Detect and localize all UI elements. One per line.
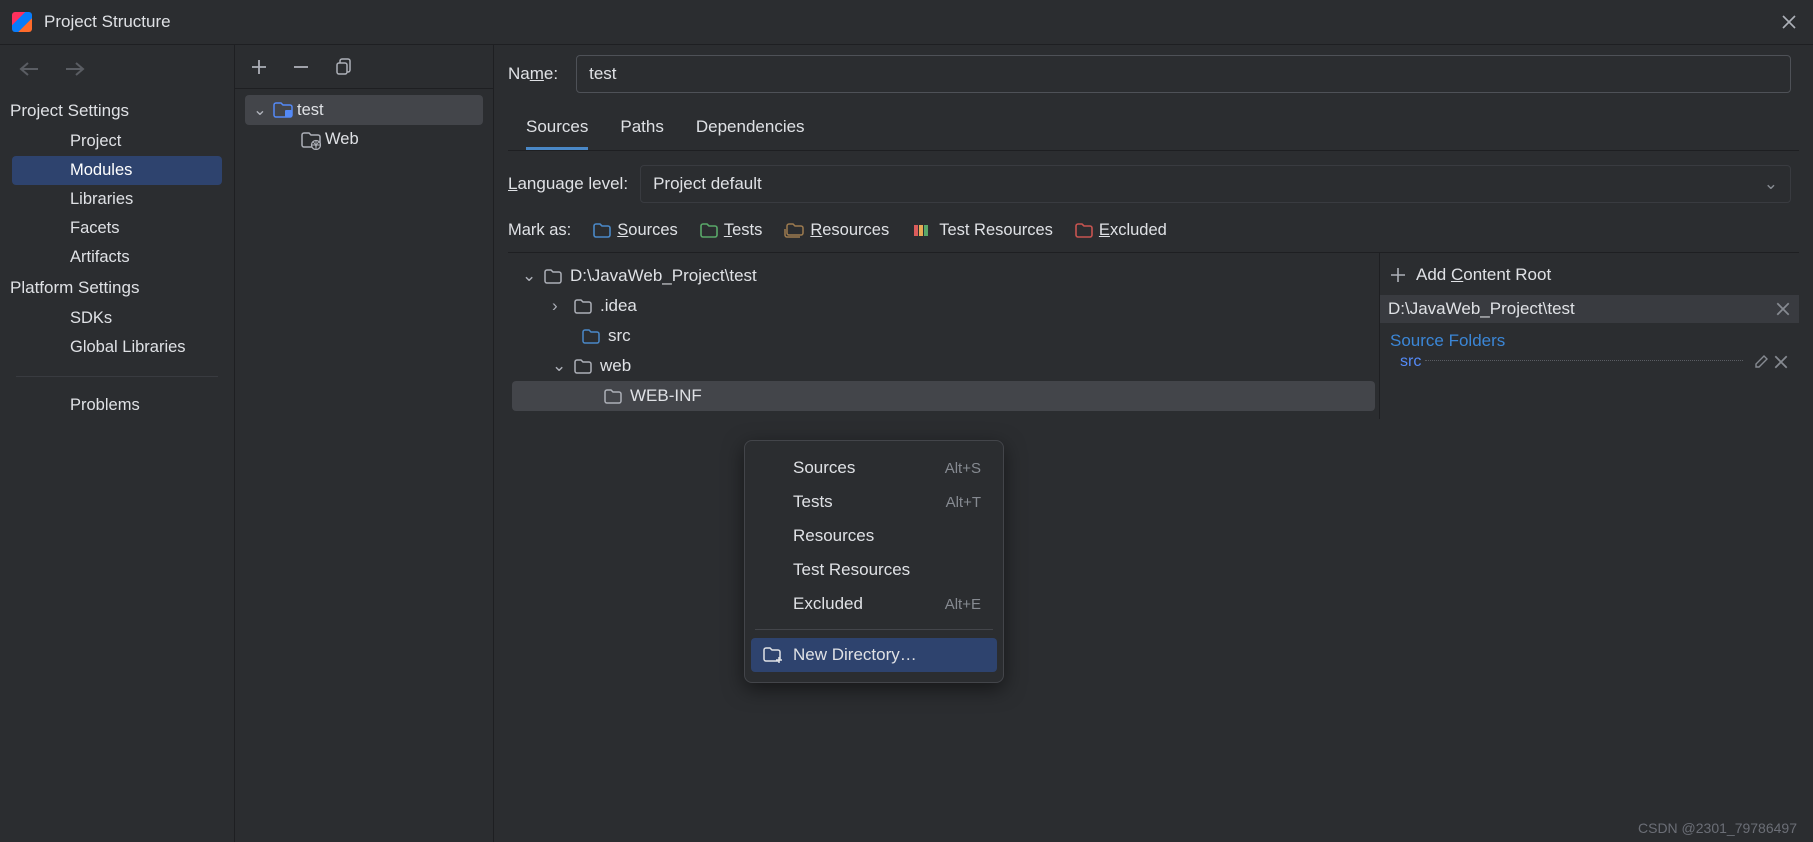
left-nav: Project Settings Project Modules Librari… [0,45,234,842]
folder-icon [582,329,600,344]
folder-icon [593,223,611,238]
tree-label: web [600,356,631,376]
mark-excluded-button[interactable]: Excluded [1075,221,1167,240]
edit-icon[interactable] [1753,354,1769,370]
tabs: Sources Paths Dependencies [508,109,1799,151]
modules-column: ⌄ test Web [234,45,494,842]
language-level-label: Language level: [508,174,628,194]
ctx-resources[interactable]: Resources [751,519,997,553]
nav-facets[interactable]: Facets [12,214,222,243]
tree-src[interactable]: src [512,321,1375,351]
ctx-tests[interactable]: TestsAlt+T [751,485,997,519]
nav-problems[interactable]: Problems [12,391,222,420]
tab-sources[interactable]: Sources [526,109,588,150]
name-label: Name: [508,64,558,84]
folder-icon [700,223,718,238]
project-structure-window: Project Structure Project Settings Proje… [0,0,1813,842]
folder-icon [544,269,562,284]
copy-module-button[interactable] [333,57,353,77]
mark-test-resources-button[interactable]: Test Resources [911,221,1053,240]
modules-toolbar [235,45,493,89]
intellij-logo-icon [12,12,32,32]
module-test[interactable]: ⌄ test [245,95,483,125]
remove-icon[interactable] [1773,354,1789,370]
nav-project[interactable]: Project [12,127,222,156]
language-level-select[interactable]: Project default ⌄ [640,165,1791,203]
mark-resources-button[interactable]: Resources [784,221,889,240]
module-label: Web [325,130,359,149]
language-level-value: Project default [653,174,762,194]
nav-libraries[interactable]: Libraries [12,185,222,214]
nav-sdks[interactable]: SDKs [12,304,222,333]
window-title: Project Structure [44,12,171,32]
content-roots-pane: Add Content Root D:\JavaWeb_Project\test… [1379,253,1799,419]
content-root-path[interactable]: D:\JavaWeb_Project\test [1380,295,1799,323]
titlebar: Project Structure [0,0,1813,44]
source-folder-src[interactable]: src [1400,351,1789,373]
ctx-sources[interactable]: SourcesAlt+S [751,451,997,485]
close-icon [1782,15,1796,29]
folder-icon [1075,223,1093,238]
add-module-button[interactable] [249,57,269,77]
folder-icon [574,359,592,374]
ctx-new-directory[interactable]: New Directory… [751,638,997,672]
separator [755,629,993,630]
plus-icon [1390,267,1406,283]
root-path-label: D:\JavaWeb_Project\test [1388,299,1771,319]
new-folder-icon [763,645,783,665]
tree-web[interactable]: ⌄ web [512,351,1375,381]
mark-sources-button[interactable]: Sources [593,221,678,240]
project-settings-header: Project Settings [0,95,234,127]
separator [16,376,218,377]
chevron-down-icon: ⌄ [253,100,267,120]
tab-dependencies[interactable]: Dependencies [696,109,805,150]
chevron-down-icon: ⌄ [552,356,566,376]
add-content-root-button[interactable]: Add Content Root [1390,261,1789,295]
sources-split: ⌄ D:\JavaWeb_Project\test › .idea src [508,252,1799,419]
module-name-input[interactable] [576,55,1791,93]
module-label: test [297,101,324,120]
modules-tree: ⌄ test Web [235,89,493,160]
chevron-right-icon: › [552,296,566,316]
watermark: CSDN @2301_79786497 [1638,820,1797,836]
tree-label: src [608,326,631,346]
back-button [18,61,40,77]
tree-content-root[interactable]: ⌄ D:\JavaWeb_Project\test [512,261,1375,291]
forward-button [64,61,86,77]
folder-icon [574,299,592,314]
folder-icon [604,389,622,404]
tree-label: .idea [600,296,637,316]
platform-settings-header: Platform Settings [0,272,234,304]
nav-global-libraries[interactable]: Global Libraries [12,333,222,362]
tree-label: WEB-INF [630,386,702,406]
tree-webinf[interactable]: WEB-INF [512,381,1375,411]
folder-stack-icon [784,223,804,238]
context-menu: SourcesAlt+S TestsAlt+T Resources Test R… [744,440,1004,683]
tree-label: D:\JavaWeb_Project\test [570,266,757,286]
tab-paths[interactable]: Paths [620,109,663,150]
source-folders-header: Source Folders [1390,331,1789,351]
mark-as-label: Mark as: [508,221,571,240]
chevron-down-icon: ⌄ [1764,174,1778,194]
module-detail: Name: Sources Paths Dependencies Languag… [494,45,1813,842]
web-facet-icon [301,132,319,148]
ctx-test-resources[interactable]: Test Resources [751,553,997,587]
test-resources-icon [911,223,933,238]
module-web[interactable]: Web [245,125,483,154]
module-folder-icon [273,102,291,118]
close-button[interactable] [1777,10,1801,34]
mark-as-row: Mark as: Sources Tests Resources Test Re… [508,215,1799,246]
chevron-down-icon: ⌄ [522,266,536,286]
nav-modules[interactable]: Modules [12,156,222,185]
remove-root-icon[interactable] [1775,301,1791,317]
mark-tests-button[interactable]: Tests [700,221,763,240]
tree-idea[interactable]: › .idea [512,291,1375,321]
content-tree: ⌄ D:\JavaWeb_Project\test › .idea src [508,253,1379,419]
ctx-excluded[interactable]: ExcludedAlt+E [751,587,997,621]
nav-artifacts[interactable]: Artifacts [12,243,222,272]
remove-module-button[interactable] [291,57,311,77]
